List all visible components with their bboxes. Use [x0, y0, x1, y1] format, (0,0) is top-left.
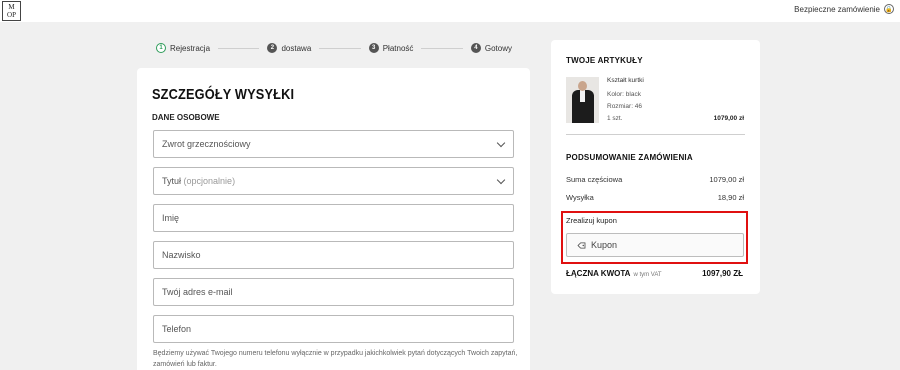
- total-label: ŁĄCZNA KWOTA: [566, 269, 631, 278]
- phone-note: Będziemy używać Twojego numeru telefonu …: [153, 350, 518, 368]
- total-vat: w tym VAT: [633, 272, 662, 278]
- items-heading: TWOJE ARTYKUŁY: [566, 56, 643, 65]
- shirt-shape: [580, 90, 585, 102]
- total-value: 1097,90 ZŁ: [702, 269, 743, 278]
- head-shape: [578, 81, 587, 91]
- step-label: dostawa: [281, 43, 312, 53]
- top-header: M OP Bezpieczne zamówienie 🔒: [0, 0, 900, 22]
- step-label: Gotowy: [484, 43, 512, 53]
- step-label: Płatność: [382, 43, 414, 53]
- item-size: Rozmiar: 46: [607, 103, 643, 110]
- step-number: 4: [470, 43, 481, 53]
- item-name: Kształt kurtki: [607, 77, 644, 84]
- shipping-form-card: SZCZEGÓŁY WYSYŁKI DANE OSOBOWE Zwrot grz…: [137, 68, 530, 370]
- item-color: Kolor: black: [607, 91, 641, 98]
- subtotal-row: Suma częściowa 1079,00 zł: [566, 175, 744, 184]
- first-name-field[interactable]: Imię: [153, 204, 514, 232]
- shipping-label: Wysyłka: [566, 193, 594, 202]
- chevron-down-icon: [496, 138, 506, 148]
- logo-line-2: OP: [7, 11, 16, 19]
- step-delivery: 2 dostawa: [267, 43, 311, 53]
- brand-logo[interactable]: M OP: [2, 1, 21, 21]
- coupon-button[interactable]: Kupon: [566, 233, 744, 257]
- title-placeholder: Tytuł: [162, 176, 182, 186]
- step-registration[interactable]: 1 Rejestracja: [156, 43, 210, 53]
- checkout-steps: 1 Rejestracja 2 dostawa 3 Płatność 4 Got…: [156, 42, 512, 54]
- step-number: 3: [368, 43, 379, 53]
- step-payment: 3 Płatność: [368, 43, 414, 53]
- optional-hint: (opcjonalnie): [183, 176, 236, 186]
- title-select[interactable]: Tytuł (opcjonalnie): [153, 167, 514, 195]
- total-row: ŁĄCZNA KWOTA w tym VAT 1097,90 ZŁ: [566, 269, 743, 278]
- logo-line-1: M: [8, 3, 15, 11]
- step-done: 4 Gotowy: [470, 43, 512, 53]
- last-name-field[interactable]: Nazwisko: [153, 241, 514, 269]
- shipping-row: Wysyłka 18,90 zł: [566, 193, 744, 202]
- coupon-label: Zrealizuj kupon: [566, 216, 617, 225]
- email-placeholder: Twój adres e-mail: [162, 287, 233, 297]
- step-label: Rejestracja: [170, 43, 211, 53]
- coupon-button-label: Kupon: [591, 240, 618, 250]
- page-title: SZCZEGÓŁY WYSYŁKI: [152, 86, 295, 103]
- step-number: 1: [156, 43, 166, 53]
- secure-order: Bezpieczne zamówienie 🔒: [794, 4, 894, 14]
- salutation-placeholder: Zwrot grzecznościowy: [162, 139, 251, 149]
- email-field[interactable]: Twój adres e-mail: [153, 278, 514, 306]
- tag-icon: [577, 241, 586, 249]
- section-heading: DANE OSOBOWE: [152, 113, 220, 122]
- shipping-value: 18,90 zł: [717, 193, 744, 202]
- chevron-down-icon: [496, 175, 506, 185]
- step-divider: [218, 47, 260, 49]
- item-qty: 1 szt.: [607, 115, 623, 122]
- step-divider: [319, 47, 361, 49]
- last-name-placeholder: Nazwisko: [162, 250, 201, 260]
- first-name-placeholder: Imię: [162, 213, 180, 223]
- subtotal-label: Suma częściowa: [566, 175, 623, 184]
- product-image[interactable]: [566, 77, 599, 123]
- salutation-select[interactable]: Zwrot grzecznościowy: [153, 130, 514, 158]
- step-divider: [421, 47, 463, 49]
- phone-field[interactable]: Telefon: [153, 315, 514, 343]
- item-price: 1079,00 zł: [713, 115, 744, 122]
- subtotal-value: 1079,00 zł: [709, 175, 744, 184]
- secure-order-label: Bezpieczne zamówienie: [794, 4, 880, 14]
- step-number: 2: [267, 43, 278, 53]
- lock-icon: 🔒: [884, 4, 894, 14]
- summary-divider: [566, 134, 745, 135]
- order-summary-heading: PODSUMOWANIE ZAMÓWIENIA: [566, 153, 693, 162]
- phone-placeholder: Telefon: [162, 324, 192, 334]
